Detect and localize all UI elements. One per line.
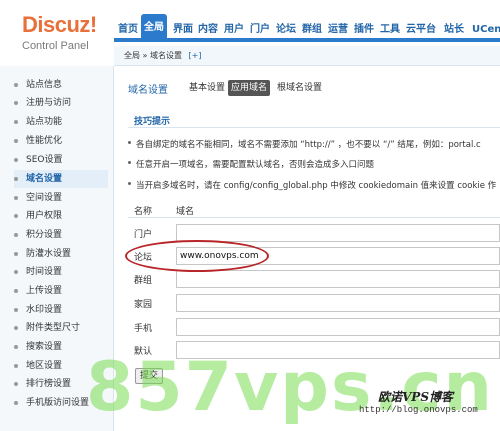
page-title: 域名设置 bbox=[128, 85, 168, 96]
blog-url: http://blog.onovps.com bbox=[359, 405, 478, 415]
top-nav: 首页 全局 界面 内容 用户 门户 论坛 群组 运营 插件 工具 云平台 站长 … bbox=[114, 0, 500, 42]
bullet-icon bbox=[14, 120, 18, 124]
sidebar-item-antispam[interactable]: 防灌水设置 bbox=[14, 245, 108, 263]
highlight-oval bbox=[125, 240, 269, 272]
sidebar-item-features[interactable]: 站点功能 bbox=[14, 113, 108, 131]
tab-cloud[interactable]: 云平台 bbox=[406, 22, 436, 38]
sidebar-item-permissions[interactable]: 用户权限 bbox=[14, 207, 108, 225]
blog-name: 欧诺VPS博客 bbox=[378, 390, 454, 404]
bullet-icon bbox=[14, 196, 18, 200]
sidebar-item-attachment-types[interactable]: 附件类型尺寸 bbox=[14, 319, 108, 337]
mobile-domain-input[interactable] bbox=[176, 318, 500, 336]
row-label: 家园 bbox=[134, 300, 153, 310]
bullet-icon bbox=[14, 158, 18, 162]
bullet-icon bbox=[14, 364, 18, 368]
column-name-header: 名称 bbox=[134, 207, 153, 217]
bullet-icon bbox=[128, 161, 131, 164]
logo-subtitle: Control Panel bbox=[22, 40, 89, 52]
tip-line: 当开启多域名时，请在 config/config_global.php 中修改 … bbox=[128, 179, 496, 191]
bullet-icon bbox=[14, 233, 18, 237]
sidebar-item-seo[interactable]: SEO设置 bbox=[14, 151, 108, 169]
table-header: 名称 域名 bbox=[128, 202, 500, 218]
tips-heading: 技巧提示 bbox=[134, 117, 171, 127]
tab-plugins[interactable]: 插件 bbox=[354, 22, 374, 38]
tab-ucenter[interactable]: UCen bbox=[472, 22, 500, 38]
column-domain-header: 域名 bbox=[176, 207, 195, 217]
bullet-icon bbox=[14, 401, 18, 405]
breadcrumb: 全局 » 域名设置 [+] bbox=[114, 46, 500, 66]
tab-webmaster[interactable]: 站长 bbox=[444, 22, 464, 38]
bullet-icon bbox=[14, 345, 18, 349]
tips-header: 技巧提示 bbox=[128, 114, 500, 128]
bullet-icon bbox=[14, 101, 18, 105]
sidebar-item-register[interactable]: 注册与访问 bbox=[14, 94, 108, 112]
bullet-icon bbox=[14, 326, 18, 330]
tab-interface[interactable]: 界面 bbox=[173, 22, 193, 38]
tab-global[interactable]: 全局 bbox=[141, 14, 167, 42]
tab-content[interactable]: 内容 bbox=[198, 22, 218, 38]
tip-line: 任意开启一项域名，需要配置默认域名，否则会造成多入口问题 bbox=[128, 158, 374, 170]
sidebar-item-credits[interactable]: 积分设置 bbox=[14, 226, 108, 244]
bullet-icon bbox=[14, 270, 18, 274]
subtabs: 域名设置 基本设置 应用域名 根域名设置 bbox=[114, 78, 500, 98]
bullet-icon bbox=[14, 139, 18, 143]
tab-home[interactable]: 首页 bbox=[118, 22, 138, 38]
subtab-basic[interactable]: 基本设置 bbox=[186, 80, 228, 96]
bullet-icon bbox=[14, 252, 18, 256]
tab-tools[interactable]: 工具 bbox=[380, 22, 400, 38]
tip-line: 各自绑定的域名不能相同，域名不需要添加 “http://” ，也不要以 “/” … bbox=[128, 138, 481, 150]
tab-portal[interactable]: 门户 bbox=[250, 22, 270, 38]
portal-domain-input[interactable] bbox=[176, 224, 500, 242]
bullet-icon bbox=[14, 214, 18, 218]
bullet-icon bbox=[14, 83, 18, 87]
sidebar-item-time[interactable]: 时间设置 bbox=[14, 263, 108, 281]
sidebar-item-watermark[interactable]: 水印设置 bbox=[14, 301, 108, 319]
bullet-icon bbox=[14, 308, 18, 312]
tab-groups[interactable]: 群组 bbox=[302, 22, 322, 38]
sidebar-item-performance[interactable]: 性能优化 bbox=[14, 132, 108, 150]
bullet-icon bbox=[14, 382, 18, 386]
logo: Discuz! Control Panel bbox=[0, 0, 114, 62]
tab-operations[interactable]: 运营 bbox=[328, 22, 348, 38]
sidebar-item-site-info[interactable]: 站点信息 bbox=[14, 76, 108, 94]
tab-users[interactable]: 用户 bbox=[224, 22, 244, 38]
row-label: 群组 bbox=[134, 276, 153, 286]
group-domain-input[interactable] bbox=[176, 270, 500, 288]
bullet-icon bbox=[128, 182, 131, 185]
bullet-icon bbox=[128, 141, 131, 144]
tab-forum[interactable]: 论坛 bbox=[276, 22, 296, 38]
table-row: 手机 bbox=[128, 316, 500, 338]
row-label: 门户 bbox=[134, 230, 153, 240]
sidebar-item-upload[interactable]: 上传设置 bbox=[14, 282, 108, 300]
subtab-root-domain[interactable]: 根域名设置 bbox=[274, 80, 325, 96]
subtab-app-domain[interactable]: 应用域名 bbox=[228, 80, 271, 96]
sidebar-item-space[interactable]: 空间设置 bbox=[14, 189, 108, 207]
sidebar-item-domain[interactable]: 域名设置 bbox=[14, 170, 108, 188]
row-label: 手机 bbox=[134, 324, 153, 334]
logo-brand: Discuz! bbox=[22, 12, 97, 37]
breadcrumb-text: 全局 » 域名设置 bbox=[124, 51, 182, 60]
table-row: 家园 bbox=[128, 292, 500, 314]
add-shortcut-link[interactable]: [+] bbox=[189, 51, 202, 60]
home-domain-input[interactable] bbox=[176, 294, 500, 312]
bullet-icon bbox=[14, 289, 18, 293]
bullet-icon bbox=[14, 177, 18, 181]
